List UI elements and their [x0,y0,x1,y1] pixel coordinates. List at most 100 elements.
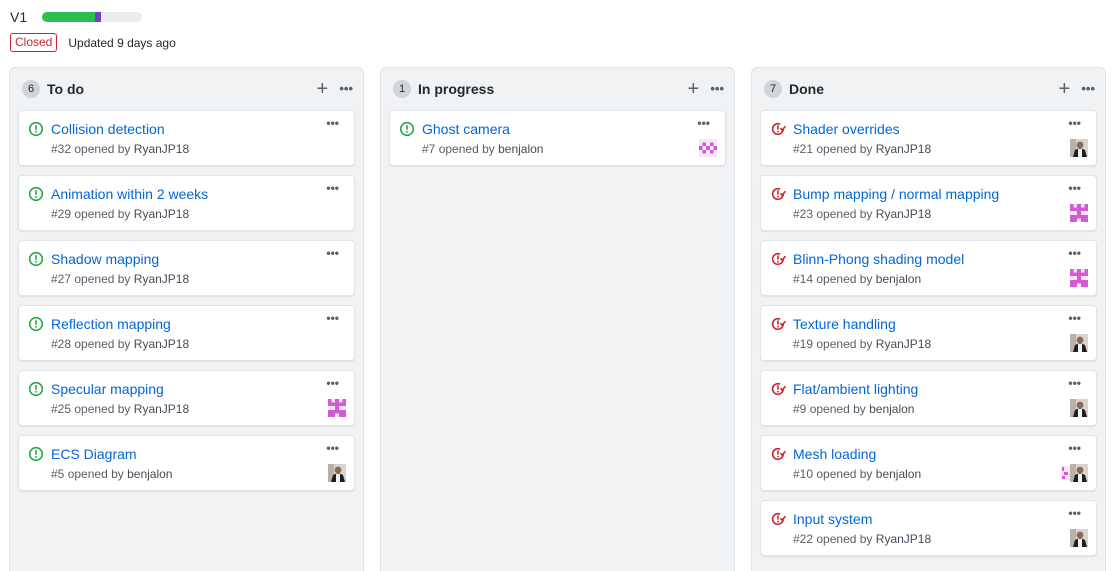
assignee-avatar[interactable] [1070,334,1088,352]
assignee-avatar[interactable] [1070,269,1088,287]
issue-card[interactable]: Reflection mapping #28 opened by RyanJP18… [18,305,355,361]
opened-by-text: opened by [74,337,131,351]
issue-card[interactable]: Shadow mapping #27 opened by RyanJP18 ••• [18,240,355,296]
issue-closed-icon [770,446,787,462]
column-menu-icon[interactable]: ••• [710,79,724,99]
issue-title-link[interactable]: ECS Diagram [51,446,137,462]
issue-author-link[interactable]: RyanJP18 [134,272,189,286]
issue-title-link[interactable]: Shadow mapping [51,251,159,267]
issue-opened-icon [28,121,44,137]
card-menu-icon[interactable]: ••• [1068,247,1081,259]
issue-card[interactable]: Bump mapping / normal mapping #23 opened … [760,175,1097,231]
issue-author-link[interactable]: benjalon [498,142,543,156]
issue-opened-icon [28,186,44,202]
issue-author-link[interactable]: RyanJP18 [876,207,931,221]
card-menu-icon[interactable]: ••• [1068,182,1081,194]
opened-by-text: opened by [816,142,873,156]
issue-card[interactable]: ECS Diagram #5 opened by benjalon ••• [18,435,355,491]
issue-title-link[interactable]: Mesh loading [793,446,876,462]
issue-title-link[interactable]: Bump mapping / normal mapping [793,186,999,202]
issue-card[interactable]: Shader overrides #21 opened by RyanJP18 ••… [760,110,1097,166]
issue-card[interactable]: Blinn-Phong shading model #14 opened by b… [760,240,1097,296]
issue-card[interactable]: Specular mapping #25 opened by RyanJP18 ••… [18,370,355,426]
issue-card[interactable]: Animation within 2 weeks #29 opened by Ry… [18,175,355,231]
issue-title-link[interactable]: Ghost camera [422,121,510,137]
issue-title-link[interactable]: Shader overrides [793,121,900,137]
status-badge: Closed [10,33,58,52]
column-menu-icon[interactable]: ••• [339,79,353,99]
assignee-avatar[interactable] [1070,529,1088,547]
issue-meta: #9 opened by benjalon [793,402,914,417]
issue-title-link[interactable]: Flat/ambient lighting [793,381,918,397]
issue-author-link[interactable]: benjalon [869,402,914,416]
issue-opened-icon [28,446,44,462]
assignee-avatar[interactable] [1070,204,1088,222]
card-menu-icon[interactable]: ••• [1068,117,1081,129]
issue-author-link[interactable]: RyanJP18 [134,402,189,416]
issue-opened-icon [28,316,44,332]
issue-card[interactable]: Input system #22 opened by RyanJP18 ••• [760,500,1097,556]
card-menu-icon[interactable]: ••• [1068,507,1081,519]
issue-title-link[interactable]: Reflection mapping [51,316,171,332]
card-menu-icon[interactable]: ••• [326,117,339,129]
assignee-avatar[interactable] [1070,139,1088,157]
issue-meta: #27 opened by RyanJP18 [51,272,189,287]
column-actions: + ••• [315,79,354,99]
card-menu-icon[interactable]: ••• [326,377,339,389]
column-card-count: 1 [393,80,411,98]
issue-closed-icon [770,316,787,332]
card-menu-icon[interactable]: ••• [326,442,339,454]
card-menu-icon[interactable]: ••• [326,182,339,194]
issue-card[interactable]: Collision detection #32 opened by RyanJP1… [18,110,355,166]
column-to-do: 6 To do + ••• Collision detection #32 opened … [9,67,364,571]
issue-author-link[interactable]: RyanJP18 [134,142,189,156]
assignee-avatar[interactable] [328,399,346,417]
assignee-avatar[interactable] [1062,464,1088,482]
issue-number: #27 [51,272,72,286]
column-in-progress: 1 In progress + ••• Ghost camera #7 opened by… [380,67,735,571]
issue-meta: #10 opened by benjalon [793,467,921,482]
issue-number: #21 [793,142,814,156]
card-menu-icon[interactable]: ••• [1068,442,1081,454]
add-card-icon[interactable]: + [315,79,329,99]
issue-card[interactable]: Texture handling #19 opened by RyanJP18 ••… [760,305,1097,361]
issue-author-link[interactable]: RyanJP18 [876,337,931,351]
issue-title-link[interactable]: Collision detection [51,121,165,137]
progress-in-progress-segment [95,12,101,22]
card-menu-icon[interactable]: ••• [1068,312,1081,324]
issue-author-link[interactable]: RyanJP18 [134,207,189,221]
add-card-icon[interactable]: + [1057,79,1071,99]
issue-card[interactable]: Ghost camera #7 opened by benjalon ••• [389,110,726,166]
column-title: Done [789,81,824,97]
column-header: 6 To do + ••• [10,68,363,110]
issue-author-link[interactable]: RyanJP18 [876,532,931,546]
issue-author-link[interactable]: RyanJP18 [134,337,189,351]
issue-title-link[interactable]: Blinn-Phong shading model [793,251,964,267]
column-actions: + ••• [1057,79,1096,99]
issue-author-link[interactable]: RyanJP18 [876,142,931,156]
issue-author-link[interactable]: benjalon [127,467,172,481]
column-menu-icon[interactable]: ••• [1081,79,1095,99]
issue-author-link[interactable]: benjalon [876,272,921,286]
issue-title-link[interactable]: Specular mapping [51,381,164,397]
card-menu-icon[interactable]: ••• [326,247,339,259]
card-menu-icon[interactable]: ••• [326,312,339,324]
issue-title-link[interactable]: Animation within 2 weeks [51,186,208,202]
issue-author-link[interactable]: benjalon [876,467,921,481]
assignee-avatar[interactable] [328,464,346,482]
issue-title-link[interactable]: Texture handling [793,316,896,332]
issue-number: #9 [793,402,807,416]
milestone-title[interactable]: V1 [10,9,42,25]
add-card-icon[interactable]: + [686,79,700,99]
card-menu-icon[interactable]: ••• [697,117,710,129]
issue-card[interactable]: Flat/ambient lighting #9 opened by benjal… [760,370,1097,426]
issue-title-link[interactable]: Input system [793,511,872,527]
issue-card[interactable]: Mesh loading #10 opened by benjalon ••• [760,435,1097,491]
assignee-avatar[interactable] [1070,399,1088,417]
column-title: In progress [418,81,495,97]
issue-closed-icon [770,251,787,267]
column-actions: + ••• [686,79,725,99]
card-menu-icon[interactable]: ••• [1068,377,1081,389]
assignee-avatar[interactable] [699,139,717,157]
issue-number: #29 [51,207,72,221]
